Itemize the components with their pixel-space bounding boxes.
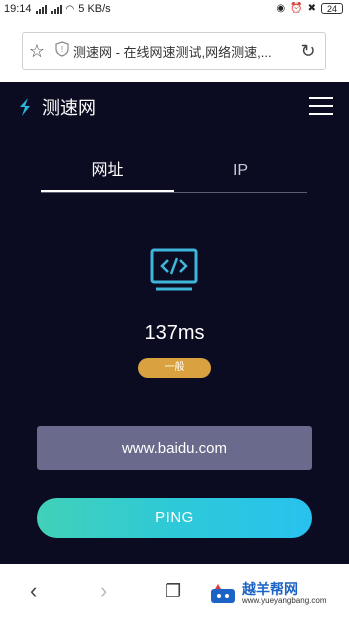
status-left: 19:14 ◠ 5 KB/s — [4, 3, 111, 15]
reload-icon[interactable]: ↻ — [291, 41, 325, 62]
signal-icon-2 — [50, 4, 62, 14]
active-tab-indicator — [41, 190, 174, 192]
svg-text:!: ! — [61, 45, 63, 54]
watermark-icon — [211, 584, 235, 603]
address-bar[interactable]: ☆ ! 测速网 - 在线网速测试,网络测速,... ↻ — [22, 32, 326, 70]
signal-icon — [35, 4, 47, 14]
mode-tabs: 网址 IP — [41, 160, 307, 193]
address-text[interactable]: 测速网 - 在线网速测试,网络测速,... — [73, 42, 291, 61]
logo-text: 测速网 — [42, 98, 96, 118]
eye-icon: ◉ — [276, 3, 286, 14]
status-time: 19:14 — [4, 3, 32, 15]
hamburger-menu-icon[interactable] — [309, 97, 333, 115]
ping-result-value: 137ms — [144, 322, 205, 344]
alarm-icon: ⏰ — [290, 3, 303, 14]
ping-button[interactable]: PING — [37, 498, 312, 538]
quality-badge: 一般 — [138, 358, 211, 378]
bookmark-star-icon[interactable]: ☆ — [23, 41, 51, 62]
shield-icon[interactable]: ! — [51, 40, 73, 62]
battery-indicator: 24 — [321, 3, 343, 14]
watermark-logo: 越羊帮网 www.yueyangbang.com — [210, 582, 327, 606]
tab-ip[interactable]: IP — [174, 160, 307, 192]
forward-icon[interactable]: › — [100, 578, 107, 604]
wifi-icon: ◠ — [65, 3, 75, 15]
logo-icon — [20, 98, 30, 116]
page-content: 测速网 网址 IP 137ms 一般 PING — [0, 82, 349, 564]
url-input[interactable] — [37, 426, 312, 470]
tab-url[interactable]: 网址 — [41, 160, 174, 192]
code-monitor-icon — [150, 248, 198, 291]
back-icon[interactable]: ‹ — [30, 578, 37, 604]
site-header: 测速网 — [0, 82, 349, 130]
status-bar: 19:14 ◠ 5 KB/s ◉ ⏰ ✖ 24 — [0, 0, 349, 20]
status-right: ◉ ⏰ ✖ 24 — [276, 3, 343, 14]
watermark-subtitle: www.yueyangbang.com — [242, 596, 327, 605]
tabs-icon[interactable]: ❐ — [165, 581, 181, 602]
watermark-title: 越羊帮网 — [242, 581, 298, 597]
mute-icon: ✖ — [307, 3, 316, 14]
status-speed: 5 KB/s — [78, 3, 111, 15]
site-logo[interactable]: 测速网 — [14, 94, 96, 120]
browser-toolbar: ☆ ! 测速网 - 在线网速测试,网络测速,... ↻ — [0, 20, 349, 82]
browser-bottom-bar: ‹ › ❐ 越羊帮网 www.yueyangbang.com — [0, 564, 349, 620]
